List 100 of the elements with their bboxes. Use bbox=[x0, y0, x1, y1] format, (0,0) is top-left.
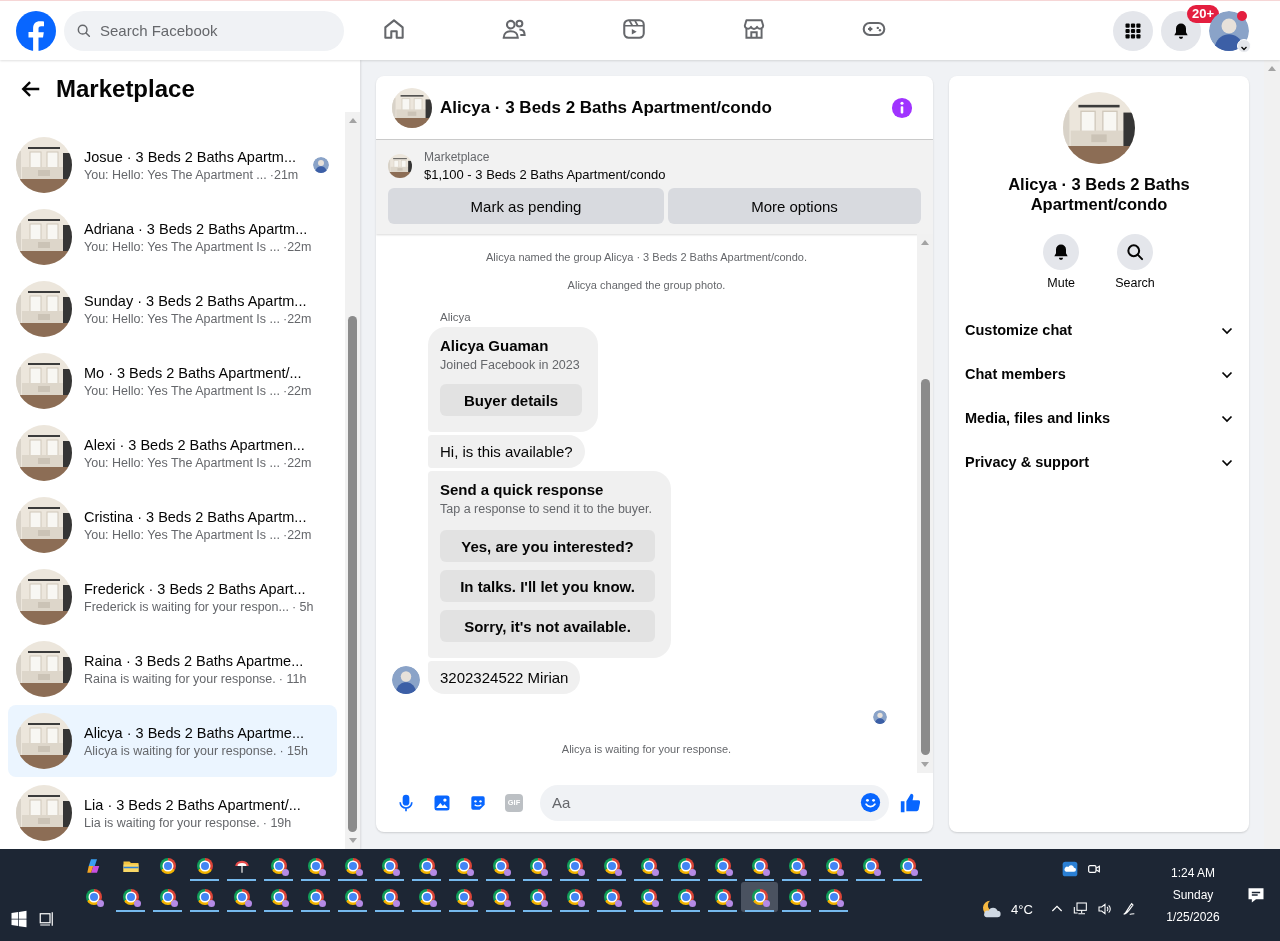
conversation-name: Sunday · 3 Beds 2 Baths Apartm... bbox=[84, 292, 308, 309]
quick-reply-button[interactable]: Yes, are you interested? bbox=[440, 530, 655, 562]
conversation-name: Josue · 3 Beds 2 Baths Apartm... bbox=[84, 148, 297, 165]
action-label: Search bbox=[1115, 276, 1155, 290]
cloud-icon[interactable] bbox=[1062, 861, 1078, 877]
conversation-name: Frederick · 3 Beds 2 Baths Apart... bbox=[84, 580, 307, 597]
chat-title: Alicya · 3 Beds 2 Baths Apartment/condo bbox=[440, 97, 773, 118]
emoji-icon[interactable] bbox=[860, 792, 881, 813]
conversation-item[interactable]: Josue · 3 Beds 2 Baths Apartm... You: Hello: Yes The Apartment ... ·21m bbox=[8, 129, 337, 201]
store-icon bbox=[741, 16, 767, 42]
taskbar-app[interactable] bbox=[741, 882, 778, 912]
listing-label: Marketplace bbox=[424, 150, 491, 164]
buyer-details-button[interactable]: Buyer details bbox=[440, 384, 583, 416]
conversation-item[interactable]: Raina · 3 Beds 2 Baths Apartme... Raina is waiting for your response. · 11h bbox=[8, 633, 337, 705]
browser-icon bbox=[85, 889, 102, 905]
seen-avatar bbox=[873, 710, 887, 724]
conversation-title: Alicya · 3 Beds 2 Baths Apartment/condo bbox=[1007, 174, 1191, 214]
message-preview: You: Hello: Yes The Apartment ... bbox=[84, 167, 267, 182]
message-time: ·22m bbox=[282, 239, 312, 254]
logo-icon[interactable] bbox=[16, 10, 56, 51]
browser-icon bbox=[677, 858, 694, 874]
system-message: Alicya changed the group photo. bbox=[566, 279, 727, 291]
message-field[interactable]: Aa bbox=[540, 784, 889, 821]
thumbs-up-icon[interactable] bbox=[899, 791, 921, 814]
status-message: Alicya is waiting for your response. bbox=[560, 743, 733, 755]
message-preview: Frederick is waiting for your respon... bbox=[84, 599, 289, 614]
browser-icon bbox=[899, 858, 916, 874]
message-preview: You: Hello: Yes The Apartment Is ... bbox=[84, 383, 280, 398]
quick-reply-button[interactable]: Sorry, it's not available. bbox=[440, 610, 655, 642]
message-preview: You: Hello: Yes The Apartment Is ... bbox=[84, 239, 280, 254]
info-icon[interactable] bbox=[891, 96, 913, 119]
browser-icon bbox=[788, 889, 805, 905]
message-preview: Raina is waiting for your response. bbox=[84, 671, 276, 686]
browser-icon bbox=[122, 889, 139, 905]
browser-icon bbox=[270, 889, 287, 905]
task-view-icon[interactable] bbox=[38, 910, 56, 928]
browser-icon bbox=[603, 858, 620, 874]
browser-icon bbox=[159, 858, 176, 874]
scrollbar[interactable] bbox=[1264, 60, 1280, 849]
system-message: Alicya named the group Alicya · 3 Beds 2 Baths Apartment/condo. bbox=[485, 251, 808, 263]
sender-avatar bbox=[392, 666, 420, 694]
browser-icon bbox=[270, 858, 287, 874]
home-icon bbox=[381, 16, 407, 42]
browser-icon bbox=[677, 889, 694, 905]
section-toggle[interactable]: Privacy & support bbox=[957, 440, 1241, 484]
search-field[interactable]: Search Facebook bbox=[64, 10, 344, 51]
conversation-item[interactable]: Cristina · 3 Beds 2 Baths Apartm... You: Hello: Yes The Apartment Is ... ·22m bbox=[8, 489, 337, 561]
more-options-button[interactable]: More options bbox=[668, 188, 921, 224]
menu-button[interactable] bbox=[1113, 10, 1153, 51]
section-toggle[interactable]: Customize chat bbox=[957, 308, 1241, 352]
browser-icon bbox=[492, 889, 509, 905]
browser-icon bbox=[307, 889, 324, 905]
message-preview: You: Hello: Yes The Apartment Is ... bbox=[84, 527, 280, 542]
browser-icon bbox=[344, 889, 361, 905]
browser-icon bbox=[640, 889, 657, 905]
browser-icon bbox=[307, 858, 324, 874]
browser-icon bbox=[159, 889, 176, 905]
search-icon bbox=[1125, 242, 1145, 262]
browser-icon bbox=[529, 889, 546, 905]
scrollbar[interactable] bbox=[345, 112, 360, 849]
notifications-icon[interactable] bbox=[1246, 885, 1266, 905]
message-time: ·22m bbox=[282, 527, 312, 542]
windows-start-icon[interactable] bbox=[10, 910, 28, 928]
conversation-item[interactable]: Mo · 3 Beds 2 Baths Apartment/... You: Hello: Yes The Apartment Is ... ·22m bbox=[8, 345, 337, 417]
conversation-item[interactable]: Lia · 3 Beds 2 Baths Apartment/... Lia is waiting for your response. · 19h bbox=[8, 777, 337, 849]
browser-icon bbox=[751, 858, 768, 874]
message-time: ·22m bbox=[282, 311, 312, 326]
action-label: Mute bbox=[1047, 276, 1076, 290]
clock-date[interactable]: 1/25/2026 bbox=[1166, 910, 1220, 924]
conversation-item[interactable]: Alexi · 3 Beds 2 Baths Apartmen... You: Hello: Yes The Apartment Is ... ·22m bbox=[8, 417, 337, 489]
microphone-icon bbox=[396, 792, 416, 813]
message-time: · 15h bbox=[279, 743, 308, 758]
network-icon[interactable] bbox=[1072, 901, 1089, 917]
conversation-item[interactable]: Adriana · 3 Beds 2 Baths Apartm... You: Hello: Yes The Apartment Is ... ·22m bbox=[8, 201, 337, 273]
conversation-item[interactable]: Alicya · 3 Beds 2 Baths Apartme... Alicya is waiting for your response. · 15h bbox=[8, 705, 337, 777]
browser-icon bbox=[714, 889, 731, 905]
browser-icon bbox=[788, 858, 805, 874]
clock-time[interactable]: 1:24 AM bbox=[1171, 866, 1215, 880]
conversation-item[interactable]: Frederick · 3 Beds 2 Baths Apart... Frederick is waiting for your respon... · 5h bbox=[8, 561, 337, 633]
conversation-item[interactable]: Sunday · 3 Beds 2 Baths Apartm... You: Hello: Yes The Apartment Is ... ·22m bbox=[8, 273, 337, 345]
browser-icon bbox=[233, 889, 250, 905]
browser-icon bbox=[196, 889, 213, 905]
browser-icon bbox=[825, 858, 842, 874]
browser-icon bbox=[640, 858, 657, 874]
browser-icon bbox=[418, 858, 435, 874]
conversation-name: Mo · 3 Beds 2 Baths Apartment/... bbox=[84, 364, 303, 381]
browser-icon bbox=[381, 889, 398, 905]
browser-icon bbox=[196, 858, 213, 874]
clock-day[interactable]: Sunday bbox=[1172, 888, 1214, 902]
section-toggle[interactable]: Media, files and links bbox=[957, 396, 1241, 440]
volume-icon[interactable] bbox=[1096, 901, 1113, 917]
page-title: Marketplace bbox=[56, 75, 195, 103]
scrollbar[interactable] bbox=[917, 234, 933, 773]
mark-pending-button[interactable]: Mark as pending bbox=[388, 188, 664, 224]
browser-icon bbox=[714, 858, 731, 874]
message-preview: Alicya is waiting for your response. bbox=[84, 743, 277, 758]
message-time: · 19h bbox=[262, 815, 292, 830]
message-bubble: Hi, is this available? bbox=[428, 435, 585, 468]
quick-reply-button[interactable]: In talks. I'll let you know. bbox=[440, 570, 655, 602]
section-toggle[interactable]: Chat members bbox=[957, 352, 1241, 396]
